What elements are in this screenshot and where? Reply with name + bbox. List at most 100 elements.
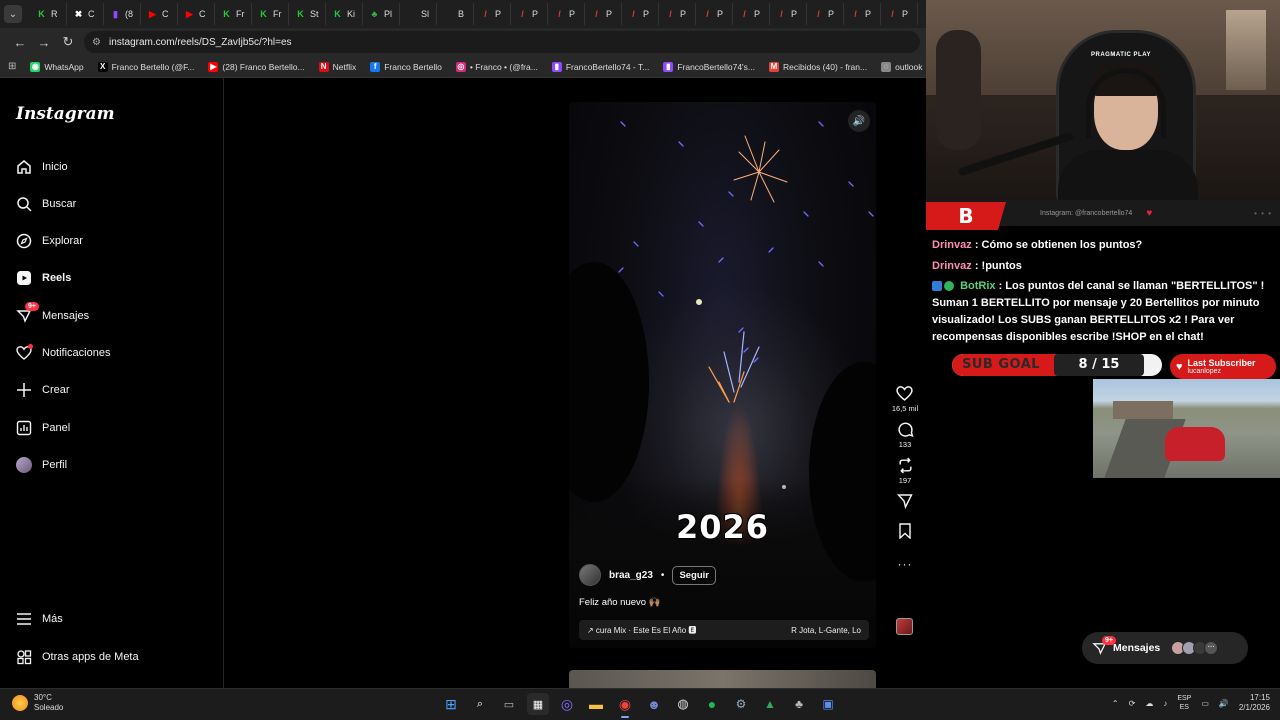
browser-tab[interactable]: /P (696, 3, 733, 25)
nav-item-mas[interactable]: Más (16, 609, 63, 629)
tab-title: P (606, 9, 613, 19)
browser-tab[interactable]: K Fr (252, 3, 289, 25)
steam-icon[interactable]: ⚙ (730, 693, 752, 715)
browser-tab[interactable]: ▮ (8 (104, 3, 141, 25)
browser-tab[interactable]: /P (622, 3, 659, 25)
more-options-button[interactable]: ··· (898, 557, 913, 571)
comment-button[interactable]: 133 (897, 421, 914, 449)
browser-tab[interactable]: Sl (400, 3, 437, 25)
browser-tab[interactable]: ✖ C (67, 3, 104, 25)
cloud-icon[interactable]: ☁ (1145, 699, 1153, 708)
nav-item-buscar[interactable]: Buscar (16, 194, 76, 214)
bookmark-item[interactable]: f Franco Bertello (370, 61, 442, 72)
browser-tab[interactable]: ▶ C (178, 3, 215, 25)
tab-title: C (88, 9, 95, 19)
discord-icon[interactable]: ☻ (643, 693, 665, 715)
nav-item-crear[interactable]: Crear (16, 380, 70, 400)
language-indicator[interactable]: ESP ES (1177, 694, 1191, 712)
nav-item-mensajes[interactable]: 9+ Mensajes (16, 302, 89, 326)
nav-item-inicio[interactable]: Inicio (16, 157, 68, 177)
browser-tab[interactable]: /P (659, 3, 696, 25)
browser-tab[interactable]: /P (733, 3, 770, 25)
back-icon[interactable]: ← (8, 30, 32, 54)
reload-icon[interactable]: ↻ (56, 30, 80, 54)
reel-audio-bar[interactable]: ↗ cura Mix · Este Es El Año 🅴 R Jota, L-… (579, 620, 869, 640)
comment-count: 133 (898, 440, 912, 449)
instagram-logo[interactable]: Instagram (16, 104, 115, 124)
nav-item-meta-apps[interactable]: Otras apps de Meta (16, 647, 139, 667)
file-explorer-icon[interactable]: ▬ (585, 693, 607, 715)
chevron-up-icon[interactable]: ⌃ (1112, 699, 1119, 708)
spotify-icon[interactable]: ● (701, 693, 723, 715)
browser-tab[interactable]: /P (770, 3, 807, 25)
address-bar[interactable]: ⚙ instagram.com/reels/DS_ZavIjb5c/?hl=es (84, 31, 920, 53)
clock[interactable]: 17:15 2/1/2026 (1239, 693, 1270, 713)
browser-tab[interactable]: ♣ Pl (363, 3, 400, 25)
app-icon[interactable]: ♣ (788, 693, 810, 715)
share-button[interactable] (897, 493, 913, 509)
bookmark-item[interactable]: X Franco Bertello (@F... (97, 61, 194, 72)
drive-icon[interactable]: ▲ (759, 693, 781, 715)
nav-item-perfil[interactable]: Perfil (16, 455, 67, 475)
nav-item-explorar[interactable]: Explorar (16, 231, 83, 251)
browser-tab[interactable]: /P (844, 3, 881, 25)
bookmark-item[interactable]: ◉ WhatsApp (30, 61, 84, 72)
browser-tab[interactable]: K Ki (326, 3, 363, 25)
nav-item-notificaciones[interactable]: Notificaciones (16, 343, 110, 363)
nav-item-reels[interactable]: Reels (16, 268, 71, 288)
bookmark-item[interactable]: ◎ • Franco • (@fra... (455, 61, 538, 72)
browser-tab[interactable]: /P (474, 3, 511, 25)
store-icon[interactable]: ▦ (527, 693, 549, 715)
task-view-icon[interactable]: ▭ (498, 693, 520, 715)
browser-tab[interactable]: K St (289, 3, 326, 25)
follow-button[interactable]: Seguir (672, 565, 716, 585)
browser-tab[interactable]: /P (918, 3, 926, 25)
reel-video[interactable]: 🔊 2026 braa_g23 • Seguir Feliz año nuevo… (569, 102, 876, 648)
browser-tab[interactable]: B (437, 3, 474, 25)
nav-item-panel[interactable]: Panel (16, 418, 70, 438)
forward-icon[interactable]: → (32, 30, 56, 54)
volume-icon[interactable]: 🔊 (848, 110, 870, 132)
browser-tab[interactable]: /P (585, 3, 622, 25)
tab-favicon-icon: / (891, 8, 894, 19)
tab-search-menu[interactable]: ⌄ (4, 5, 22, 23)
messages-pill[interactable]: 9+ Mensajes ··· (1082, 632, 1248, 664)
reel-caption[interactable]: Feliz año nuevo 🙌🏽 (579, 597, 661, 608)
author-avatar[interactable] (579, 564, 601, 586)
repost-button[interactable]: 197 (897, 457, 914, 485)
obs-icon[interactable]: ◍ (672, 693, 694, 715)
repost-icon (898, 457, 912, 474)
bookmark-label: WhatsApp (44, 61, 84, 72)
bookmark-item[interactable]: ◌ outlook (881, 61, 923, 72)
save-button[interactable] (898, 523, 912, 539)
author-username[interactable]: braa_g23 (609, 570, 653, 581)
network-icon[interactable]: ▭ (1201, 699, 1209, 708)
next-reel-preview[interactable] (569, 670, 876, 688)
browser-tab[interactable]: ▶ C (141, 3, 178, 25)
browser-tab[interactable]: K Fr (215, 3, 252, 25)
audio-thumbnail[interactable] (896, 618, 913, 635)
windows-start-icon[interactable]: ⊞ (440, 693, 462, 715)
monitor-icon[interactable]: ▣ (817, 693, 839, 715)
volume-icon[interactable]: 🔊 (1219, 699, 1229, 708)
search-icon[interactable]: ⌕ (469, 693, 491, 715)
bookmark-item[interactable]: ▮ FrancoBertello74's... (663, 61, 755, 72)
browser-tab[interactable]: /P (511, 3, 548, 25)
chrome-icon[interactable]: ◉ (614, 693, 636, 718)
browser-tab[interactable]: KR (30, 3, 67, 25)
bookmark-item[interactable]: ▮ FrancoBertello74 - T... (551, 61, 649, 72)
sync-icon[interactable]: ⟳ (1129, 699, 1136, 708)
like-button[interactable]: 16,5 mil (892, 385, 918, 413)
bookmark-item[interactable]: ▶ (28) Franco Bertello... (208, 61, 305, 72)
browser-tab[interactable]: /P (881, 3, 918, 25)
weather-widget[interactable]: 30°C Soleado (12, 693, 63, 713)
browser-tab[interactable]: /P (548, 3, 585, 25)
browser-tab[interactable]: /P (807, 3, 844, 25)
apps-grid-icon[interactable]: ⊞ (8, 61, 16, 72)
site-info-icon[interactable]: ⚙ (92, 37, 101, 48)
bookmark-item[interactable]: N Netflix (318, 61, 356, 72)
bookmark-item[interactable]: M Recibidos (40) - fran... (769, 61, 867, 72)
app-circle-icon[interactable]: ◎ (556, 693, 578, 715)
microphone-icon[interactable]: ♪ (1163, 699, 1167, 708)
game-capture (1093, 379, 1280, 478)
